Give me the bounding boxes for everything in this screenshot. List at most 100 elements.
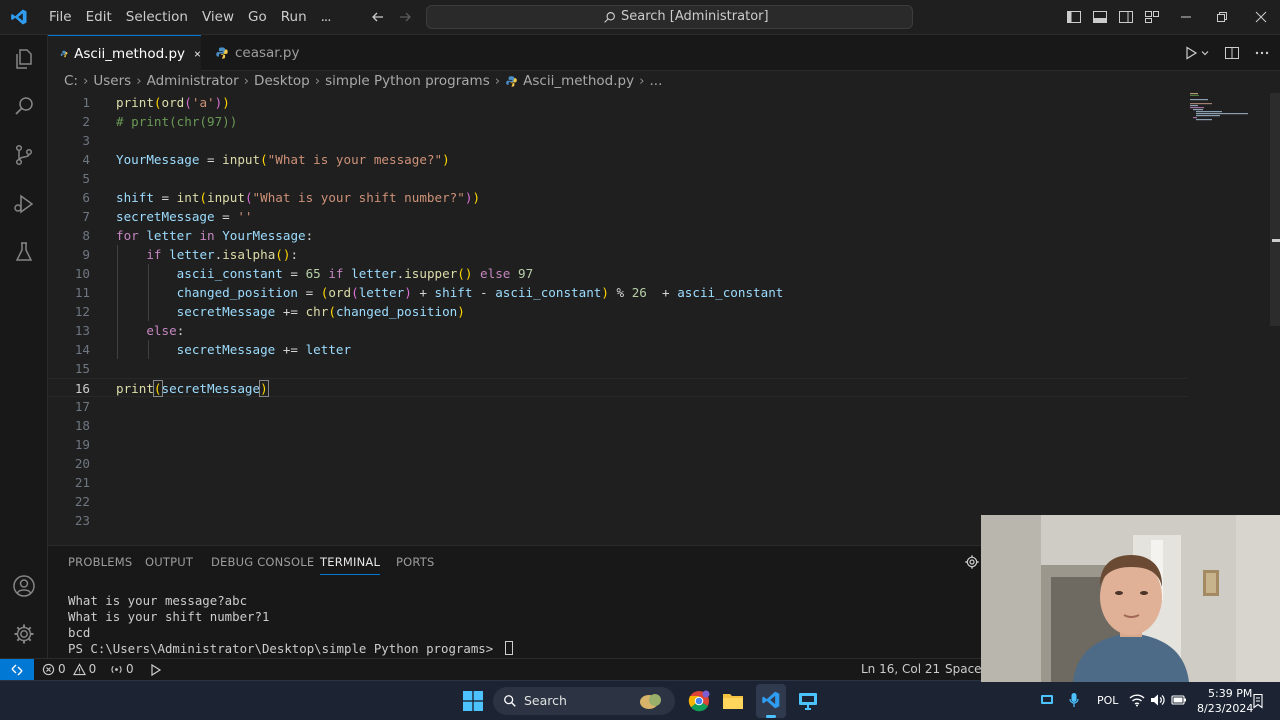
gear-icon[interactable]: [964, 554, 980, 570]
account-icon[interactable]: [12, 574, 36, 598]
breadcrumb-item[interactable]: C:: [64, 73, 78, 89]
clock-time[interactable]: 5:39 PM: [1208, 687, 1252, 700]
microphone-icon[interactable]: [1069, 692, 1079, 708]
scrollbar-vertical[interactable]: [1266, 93, 1280, 545]
language-indicator[interactable]: POL: [1097, 694, 1118, 707]
line-number: 2: [82, 114, 90, 129]
ports-status[interactable]: 0: [110, 662, 134, 676]
presenter-video-image: [981, 515, 1280, 682]
toggle-secondary-sidebar-icon[interactable]: [1118, 9, 1134, 25]
minimize-icon[interactable]: [1178, 9, 1194, 25]
code-line: 17: [48, 397, 1188, 416]
menu-go[interactable]: Go: [241, 0, 274, 35]
breadcrumb-item[interactable]: ...: [650, 73, 663, 89]
toggle-sidebar-icon[interactable]: [1066, 9, 1082, 25]
run-dropdown-chevron-icon[interactable]: [1200, 45, 1210, 61]
minimap[interactable]: [1188, 93, 1268, 123]
breadcrumb-item[interactable]: simple Python programs: [325, 73, 490, 89]
wifi-icon[interactable]: [1129, 693, 1145, 707]
file-explorer-icon[interactable]: [722, 691, 744, 711]
customize-layout-icon[interactable]: [1144, 9, 1160, 25]
vscode-logo-icon: [11, 9, 27, 25]
line-number: 10: [74, 266, 90, 281]
cursor-position[interactable]: Ln 16, Col 21: [861, 662, 940, 676]
split-editor-icon[interactable]: [1224, 45, 1240, 61]
chevron-right-icon: ›: [494, 73, 501, 89]
clock-date[interactable]: 8/23/2024: [1197, 702, 1253, 715]
tab-debug-console[interactable]: DEBUG CONSOLE: [211, 555, 314, 569]
line-number: 3: [82, 133, 90, 148]
battery-icon[interactable]: [1171, 694, 1187, 706]
gear-icon[interactable]: [12, 622, 36, 646]
ports-count: 0: [126, 662, 134, 676]
terminal-prompt[interactable]: PS C:\Users\Administrator\Desktop\simple…: [68, 641, 513, 656]
code-line: 9 if letter.isalpha():: [48, 245, 1188, 264]
code-line: 7 secretMessage = '': [48, 207, 1188, 226]
breadcrumb-item[interactable]: Users: [93, 73, 131, 89]
search-icon: [504, 695, 516, 707]
breadcrumb-item[interactable]: Administrator: [147, 73, 239, 89]
debug-launch-icon[interactable]: [148, 663, 162, 677]
restore-icon[interactable]: [1214, 9, 1230, 25]
code-line: 4 YourMessage = input("What is your messa…: [48, 150, 1188, 169]
line-number: 20: [74, 456, 90, 471]
breadcrumb: C: › Users › Administrator › Desktop › simpl…: [48, 71, 1280, 93]
menu-edit[interactable]: Edit: [79, 0, 119, 35]
terminal-line: What is your shift number?1: [68, 609, 270, 624]
taskbar-search[interactable]: Search: [493, 687, 675, 715]
run-file-icon[interactable]: [1183, 45, 1199, 61]
more-actions-icon[interactable]: [1254, 45, 1270, 61]
chrome-icon[interactable]: [688, 690, 710, 712]
warning-count: 0: [88, 662, 97, 676]
forward-arrow-icon[interactable]: [397, 9, 413, 25]
toggle-panel-icon[interactable]: [1092, 9, 1108, 25]
remote-icon: [11, 664, 23, 676]
code-line: 22: [48, 492, 1188, 511]
notification-icon[interactable]: [1251, 693, 1265, 709]
volume-icon[interactable]: [1150, 693, 1166, 707]
chevron-right-icon: ›: [243, 73, 250, 89]
close-window-icon[interactable]: [1253, 9, 1269, 25]
tab-problems[interactable]: PROBLEMS: [68, 555, 132, 569]
warning-icon: [72, 662, 86, 675]
testing-flask-icon[interactable]: [12, 240, 36, 264]
code-line: 14 secretMessage += letter: [48, 340, 1188, 359]
tray-app-icon[interactable]: [1040, 693, 1054, 707]
breadcrumb-item[interactable]: Ascii_method.py: [523, 73, 634, 89]
explorer-icon[interactable]: [12, 47, 36, 71]
code-editor[interactable]: 1 print(ord('a')) 2 # print(chr(97)) 3 4 Yo…: [48, 93, 1280, 545]
source-control-icon[interactable]: [12, 143, 36, 167]
tab-output[interactable]: OUTPUT: [145, 555, 193, 569]
code-line: 5: [48, 169, 1188, 188]
code-line: 2 # print(chr(97)): [48, 112, 1188, 131]
code-line: 13 else:: [48, 321, 1188, 340]
menu-more[interactable]: ...: [314, 0, 338, 35]
line-number: 7: [82, 209, 90, 224]
line-number: 1: [82, 95, 90, 110]
close-tab-icon[interactable]: [194, 48, 201, 60]
search-icon[interactable]: [12, 94, 36, 118]
error-icon: [42, 663, 55, 675]
tab-label: Ascii_method.py: [74, 45, 186, 62]
remote-desktop-icon[interactable]: [797, 690, 819, 712]
windows-start-icon[interactable]: [463, 691, 483, 711]
command-center-search[interactable]: Search [Administrator]: [426, 5, 913, 29]
tab-ascii-method[interactable]: Ascii_method.py: [48, 35, 201, 71]
code-line: 21: [48, 473, 1188, 492]
remote-indicator[interactable]: [0, 659, 34, 681]
tab-ceasar[interactable]: ceasar.py: [201, 35, 317, 71]
tab-terminal[interactable]: TERMINAL: [320, 555, 381, 575]
menu-run[interactable]: Run: [274, 0, 314, 35]
vscode-taskbar-button[interactable]: [756, 684, 786, 718]
back-arrow-icon[interactable]: [370, 9, 386, 25]
menu-file[interactable]: File: [42, 0, 79, 35]
tab-ports[interactable]: PORTS: [396, 555, 434, 569]
problems-status[interactable]: 0 0: [42, 662, 96, 676]
run-debug-icon[interactable]: [12, 192, 36, 216]
title-bar: File Edit Selection View Go Run ... Sear…: [0, 0, 1280, 35]
menu-selection[interactable]: Selection: [119, 0, 195, 35]
menu-view[interactable]: View: [195, 0, 241, 35]
breadcrumb-item[interactable]: Desktop: [254, 73, 310, 89]
line-number: 18: [74, 418, 90, 433]
line-number: 12: [74, 304, 90, 319]
